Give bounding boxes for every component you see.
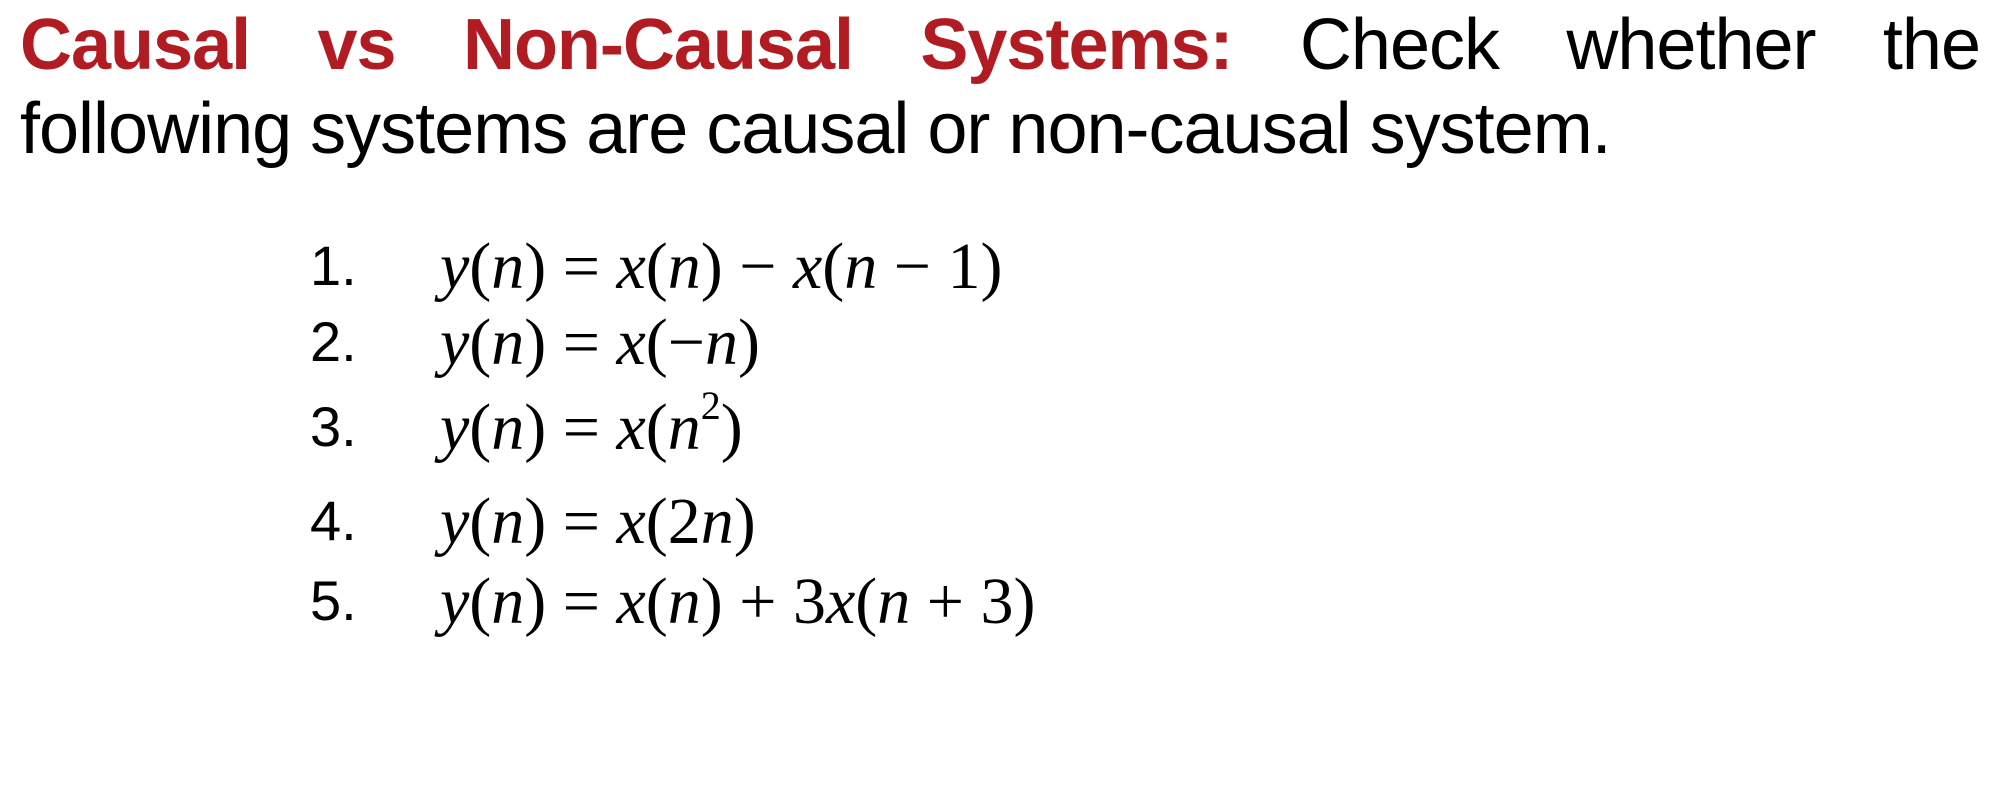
- list-item: 4. y(n) = x(2n): [310, 489, 1980, 555]
- equation-list: 1. y(n) = x(n) − x(n − 1) 2. y(n) = x(−n…: [20, 234, 1980, 635]
- equation: y(n) = x(n2): [440, 386, 743, 461]
- page: Causal vs Non-Causal Systems: Check whet…: [0, 0, 2000, 635]
- list-item: 1. y(n) = x(n) − x(n − 1): [310, 234, 1980, 300]
- item-number: 1.: [310, 238, 440, 300]
- prompt-text-part1: Check whether the: [1233, 5, 1980, 85]
- equation: y(n) = x(2n): [440, 489, 756, 555]
- list-item: 5. y(n) = x(n) + 3x(n + 3): [310, 569, 1980, 635]
- heading-line-2: following systems are causal or non-caus…: [20, 84, 1980, 174]
- item-number: 5.: [310, 573, 440, 635]
- item-number: 3.: [310, 399, 440, 461]
- heading-line-1: Causal vs Non-Causal Systems: Check whet…: [20, 0, 1980, 90]
- title: Causal vs Non-Causal Systems:: [20, 5, 1233, 85]
- equation: y(n) = x(n) − x(n − 1): [440, 234, 1003, 300]
- equation: y(n) = x(n) + 3x(n + 3): [440, 569, 1035, 635]
- item-number: 4.: [310, 493, 440, 555]
- list-item: 3. y(n) = x(n2): [310, 386, 1980, 461]
- prompt-text-part2: following systems are causal or non-caus…: [20, 89, 1611, 169]
- list-item: 2. y(n) = x(−n): [310, 310, 1980, 376]
- equation: y(n) = x(−n): [440, 310, 760, 376]
- item-number: 2.: [310, 314, 440, 376]
